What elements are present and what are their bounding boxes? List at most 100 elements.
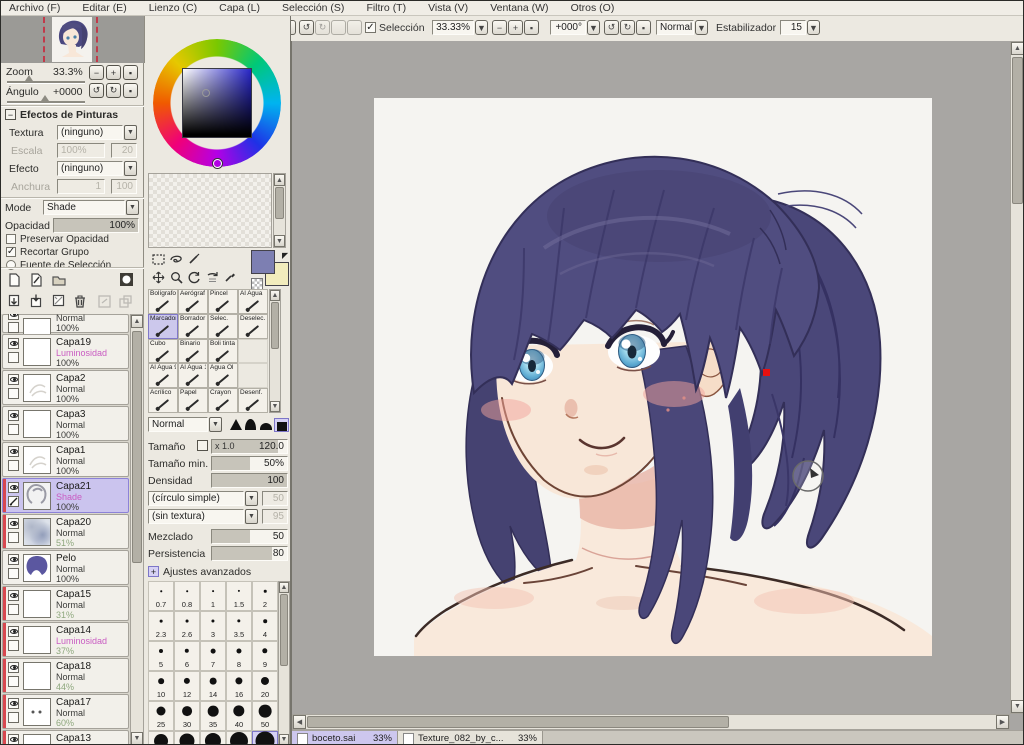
brush-size-20[interactable]: 20 bbox=[252, 671, 278, 701]
brush-size-3[interactable]: 3 bbox=[200, 611, 226, 641]
menu-item-otros[interactable]: Otros (O) bbox=[571, 2, 615, 14]
scratchpad[interactable] bbox=[148, 173, 272, 248]
persistence-slider[interactable]: 80 bbox=[211, 546, 288, 561]
brush-size-50[interactable]: 50 bbox=[252, 701, 278, 731]
texture-dropdown-button[interactable]: ▼ bbox=[124, 125, 137, 140]
effects-collapse-button[interactable]: − bbox=[5, 109, 16, 120]
new-linework-layer-button[interactable] bbox=[28, 272, 45, 288]
layer-row-capa2[interactable]: Capa2 Normal 100% bbox=[2, 370, 129, 405]
canvas-scroll-left-button[interactable]: ◀ bbox=[293, 715, 306, 729]
transfer-down-button[interactable] bbox=[6, 293, 23, 309]
menu-item-archivo[interactable]: Archivo (F) bbox=[9, 2, 60, 14]
scratchpad-scrollbar[interactable]: ▲ ▼ bbox=[273, 173, 286, 248]
zoom-reset-button[interactable]: ▪ bbox=[524, 20, 539, 35]
layers-scrollbar-thumb[interactable] bbox=[132, 331, 142, 563]
layer-extra-toggle[interactable] bbox=[8, 424, 19, 435]
brush-blend-dropdown[interactable]: Normal bbox=[148, 417, 208, 432]
brush-size-3.5[interactable]: 3.5 bbox=[226, 611, 252, 641]
scratchpad-scroll-up-button[interactable]: ▲ bbox=[274, 174, 285, 186]
layer-thumbnail[interactable] bbox=[23, 698, 51, 726]
layer-mask-button[interactable] bbox=[118, 271, 135, 287]
stabilizer-value-field[interactable]: 15 bbox=[780, 20, 806, 35]
brush-selec-[interactable]: Selec. bbox=[208, 313, 238, 339]
size-scroll-up-button[interactable]: ▲ bbox=[279, 582, 289, 593]
navigator-thumbnail[interactable] bbox=[52, 17, 92, 62]
effect-dropdown[interactable]: (ninguno) bbox=[57, 161, 123, 176]
size-scroll-down-button[interactable]: ▼ bbox=[279, 734, 289, 744]
layers-scroll-down-button[interactable]: ▼ bbox=[131, 732, 143, 744]
angle-dropdown-button[interactable]: ▼ bbox=[587, 20, 600, 35]
brush-texture-dropdown-button[interactable]: ▼ bbox=[245, 509, 258, 524]
layer-thumbnail[interactable] bbox=[23, 374, 51, 402]
canvas-blend-dropdown-button[interactable]: ▼ bbox=[695, 20, 708, 35]
lasso-tool[interactable] bbox=[168, 251, 184, 267]
brush-size-7[interactable]: 7 bbox=[200, 641, 226, 671]
stabilizer-dropdown-button[interactable]: ▼ bbox=[807, 20, 820, 35]
zoom-dropdown-button[interactable]: ▼ bbox=[475, 20, 488, 35]
rotate-canvas-tool[interactable] bbox=[186, 269, 202, 285]
canvas-angle-field[interactable]: +000° bbox=[550, 20, 586, 35]
brush-agua-ol[interactable]: Agua Ol bbox=[208, 363, 238, 389]
layer-opacity-slider[interactable]: 100% bbox=[53, 218, 139, 233]
brush-texture-dropdown[interactable]: (sin textura) bbox=[148, 509, 244, 524]
layer-visibility-toggle[interactable] bbox=[8, 374, 19, 385]
brush-aer-graf[interactable]: Aerógraf bbox=[178, 289, 208, 314]
layer-thumbnail[interactable] bbox=[23, 446, 51, 474]
document-tab-texture-082-by-c-[interactable]: Texture_082_by_c... 33% bbox=[398, 731, 543, 744]
brush-blend-dropdown-button[interactable]: ▼ bbox=[209, 417, 222, 432]
layer-visibility-toggle[interactable] bbox=[8, 446, 19, 457]
size-unit-button[interactable] bbox=[197, 440, 208, 451]
document-canvas[interactable] bbox=[374, 98, 932, 656]
menu-item-capa[interactable]: Capa (L) bbox=[219, 2, 260, 14]
brush-papel[interactable]: Papel bbox=[178, 388, 208, 413]
layer-thumbnail[interactable] bbox=[23, 518, 51, 546]
brush-size-80[interactable]: 80 bbox=[200, 731, 226, 744]
brush-deselec-[interactable]: Deselec. bbox=[238, 313, 268, 339]
brush-size-100[interactable]: 100 bbox=[226, 731, 252, 744]
brush-al-agua[interactable]: Al Agua bbox=[238, 289, 268, 314]
menu-item-ventana[interactable]: Ventana (W) bbox=[490, 2, 548, 14]
menu-item-vista[interactable]: Vista (V) bbox=[428, 2, 468, 14]
layer-visibility-toggle[interactable] bbox=[8, 338, 19, 349]
canvas-scroll-down-button[interactable]: ▼ bbox=[1011, 700, 1023, 713]
swatch-menu-arrow[interactable]: ◤ bbox=[282, 251, 288, 260]
eyedropper-tool[interactable] bbox=[222, 269, 238, 285]
brush-size-5[interactable]: 5 bbox=[148, 641, 174, 671]
brush-palette-scrollbar[interactable]: ▲ ▼ bbox=[269, 289, 281, 413]
clear-layer-button[interactable] bbox=[50, 293, 67, 309]
brush-borrador[interactable]: Borrador bbox=[178, 313, 208, 339]
layer-thumbnail[interactable] bbox=[23, 734, 51, 744]
brush-edge-soft-icon[interactable] bbox=[244, 418, 257, 430]
layer-extra-toggle[interactable] bbox=[8, 676, 19, 687]
zoom-out-button[interactable]: − bbox=[492, 20, 507, 35]
merge-down-button[interactable] bbox=[28, 293, 45, 309]
layer-row-capa17[interactable]: Capa17 Normal 60% bbox=[2, 694, 129, 729]
brush-desenf-[interactable]: Desenf. bbox=[238, 388, 268, 413]
layer-extra-toggle[interactable] bbox=[8, 640, 19, 651]
size-slider[interactable]: x 1.0 120.0 bbox=[211, 439, 288, 454]
saturation-value-square[interactable] bbox=[182, 68, 252, 138]
brush-size-2[interactable]: 2 bbox=[252, 581, 278, 611]
brush-size-1.5[interactable]: 1.5 bbox=[226, 581, 252, 611]
layer-extra-toggle[interactable] bbox=[8, 460, 19, 471]
min-size-slider[interactable]: 50% bbox=[211, 456, 288, 471]
layers-scroll-up-button[interactable]: ▲ bbox=[131, 315, 143, 328]
zoom-tool[interactable] bbox=[168, 269, 184, 285]
layer-extra-toggle[interactable] bbox=[8, 496, 19, 507]
layer-row-capa20[interactable]: Capa20 Normal 51% bbox=[2, 514, 129, 549]
brush-scroll-down-button[interactable]: ▼ bbox=[270, 401, 280, 412]
layer-visibility-toggle[interactable] bbox=[8, 314, 19, 320]
nav-zoom-reset-button[interactable]: ▪ bbox=[123, 65, 138, 80]
brush-size-25[interactable]: 25 bbox=[148, 701, 174, 731]
nav-rotate-ccw-button[interactable]: ↺ bbox=[89, 83, 104, 98]
move-tool[interactable] bbox=[150, 269, 166, 285]
rotate-ccw-button[interactable]: ↺ bbox=[604, 20, 619, 35]
brush-shape-dropdown-button[interactable]: ▼ bbox=[245, 491, 258, 506]
brush-edge-hard-icon[interactable] bbox=[229, 418, 242, 430]
brush-crayon[interactable]: Crayon bbox=[208, 388, 238, 413]
layer-row-capa15[interactable]: Capa15 Normal 31% bbox=[2, 586, 129, 621]
sv-square-marker[interactable] bbox=[202, 89, 210, 97]
redo-button[interactable]: ↻ bbox=[315, 20, 330, 35]
nav-angle-reset-button[interactable]: ▪ bbox=[123, 83, 138, 98]
layer-mode-dropdown[interactable]: Shade bbox=[43, 200, 125, 215]
